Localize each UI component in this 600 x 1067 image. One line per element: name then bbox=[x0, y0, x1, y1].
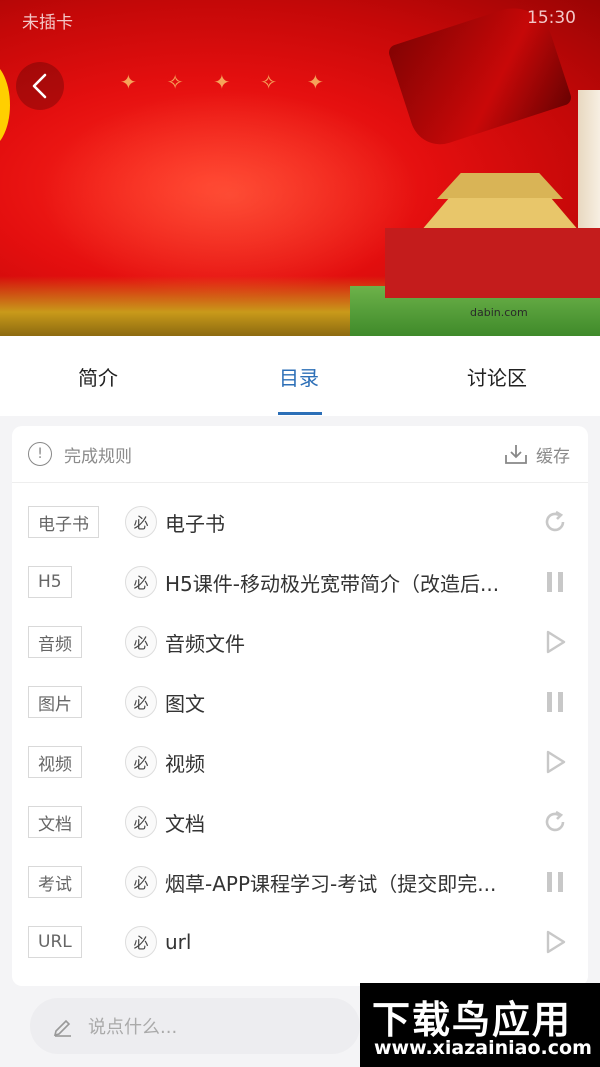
comment-input[interactable]: 说点什么... bbox=[30, 998, 360, 1054]
required-badge: 必 bbox=[125, 926, 157, 958]
item-title: H5课件-移动极光宽带简介（改造后... bbox=[165, 571, 500, 596]
tab-catalog[interactable]: 目录 bbox=[279, 362, 319, 391]
banner-gate bbox=[385, 173, 600, 298]
banner-glow bbox=[40, 90, 420, 300]
divider bbox=[12, 482, 588, 483]
site-watermark: 下载鸟应用 www.xiazainiao.com bbox=[360, 983, 600, 1067]
banner-watermark: dabin.com bbox=[470, 306, 528, 319]
list-item[interactable]: 考试 必 烟草-APP课程学习-考试（提交即完... bbox=[12, 852, 588, 912]
watermark-brand: 下载鸟应用 bbox=[372, 998, 573, 1042]
refresh-icon[interactable] bbox=[540, 807, 570, 837]
play-icon[interactable] bbox=[540, 927, 570, 957]
list-item[interactable]: URL 必 url bbox=[12, 912, 588, 972]
banner-stars: ✦✧✦✧✦ bbox=[120, 70, 354, 94]
item-type-tag: 电子书 bbox=[28, 506, 99, 538]
list-item[interactable]: 电子书 必 电子书 bbox=[12, 492, 588, 552]
active-tab-indicator bbox=[278, 412, 322, 415]
item-type-tag: 视频 bbox=[28, 746, 82, 778]
item-type-tag: 文档 bbox=[28, 806, 82, 838]
cache-button[interactable]: 缓存 bbox=[504, 440, 570, 468]
clock-text: 15:30 bbox=[527, 8, 576, 28]
item-title: 电子书 bbox=[165, 511, 225, 536]
required-badge: 必 bbox=[125, 506, 157, 538]
item-title: 视频 bbox=[165, 751, 205, 776]
item-type-tag: 图片 bbox=[28, 686, 82, 718]
pause-icon[interactable] bbox=[540, 867, 570, 897]
item-title: 音频文件 bbox=[165, 631, 245, 656]
required-badge: 必 bbox=[125, 746, 157, 778]
carrier-text: 未插卡 bbox=[22, 13, 73, 33]
required-badge: 必 bbox=[125, 686, 157, 718]
item-title: url bbox=[165, 930, 192, 954]
item-title: 图文 bbox=[165, 691, 205, 716]
required-badge: 必 bbox=[125, 806, 157, 838]
item-type-tag: H5 bbox=[28, 566, 72, 598]
pause-icon[interactable] bbox=[540, 567, 570, 597]
tab-discussion[interactable]: 讨论区 bbox=[467, 362, 527, 391]
chevron-left-icon bbox=[32, 73, 47, 99]
play-icon[interactable] bbox=[540, 627, 570, 657]
list-item[interactable]: H5 必 H5课件-移动极光宽带简介（改造后... bbox=[12, 552, 588, 612]
required-badge: 必 bbox=[125, 626, 157, 658]
item-type-tag: URL bbox=[28, 926, 82, 958]
item-type-tag: 考试 bbox=[28, 866, 82, 898]
download-icon bbox=[505, 445, 527, 464]
watermark-url: www.xiazainiao.com bbox=[374, 1037, 592, 1059]
pencil-icon bbox=[53, 1019, 71, 1037]
list-item[interactable]: 音频 必 音频文件 bbox=[12, 612, 588, 672]
back-button[interactable] bbox=[16, 62, 64, 110]
catalog-card: ! 完成规则 缓存 电子书 必 电子书 H5 必 H5课件-移动极光宽带简介（改… bbox=[12, 426, 588, 986]
tab-intro[interactable]: 简介 bbox=[78, 362, 118, 391]
comment-placeholder: 说点什么... bbox=[88, 1017, 178, 1038]
tab-bar: 简介 目录 讨论区 bbox=[0, 336, 600, 416]
item-title: 文档 bbox=[165, 811, 205, 836]
course-cover-banner: ✦✧✦✧✦ dabin.com 未插卡 15:30 bbox=[0, 0, 600, 336]
pause-icon[interactable] bbox=[540, 687, 570, 717]
list-item[interactable]: 图片 必 图文 bbox=[12, 672, 588, 732]
status-bar: 未插卡 15:30 bbox=[0, 0, 600, 36]
item-title: 烟草-APP课程学习-考试（提交即完... bbox=[165, 871, 497, 896]
refresh-icon[interactable] bbox=[540, 507, 570, 537]
completion-rules[interactable]: ! 完成规则 bbox=[28, 440, 132, 468]
cache-label: 缓存 bbox=[536, 446, 570, 467]
list-item[interactable]: 视频 必 视频 bbox=[12, 732, 588, 792]
play-icon[interactable] bbox=[540, 747, 570, 777]
item-type-tag: 音频 bbox=[28, 626, 82, 658]
info-icon: ! bbox=[28, 442, 52, 466]
required-badge: 必 bbox=[125, 866, 157, 898]
required-badge: 必 bbox=[125, 566, 157, 598]
completion-rules-label: 完成规则 bbox=[64, 446, 132, 467]
list-item[interactable]: 文档 必 文档 bbox=[12, 792, 588, 852]
banner-emblem bbox=[0, 60, 10, 150]
